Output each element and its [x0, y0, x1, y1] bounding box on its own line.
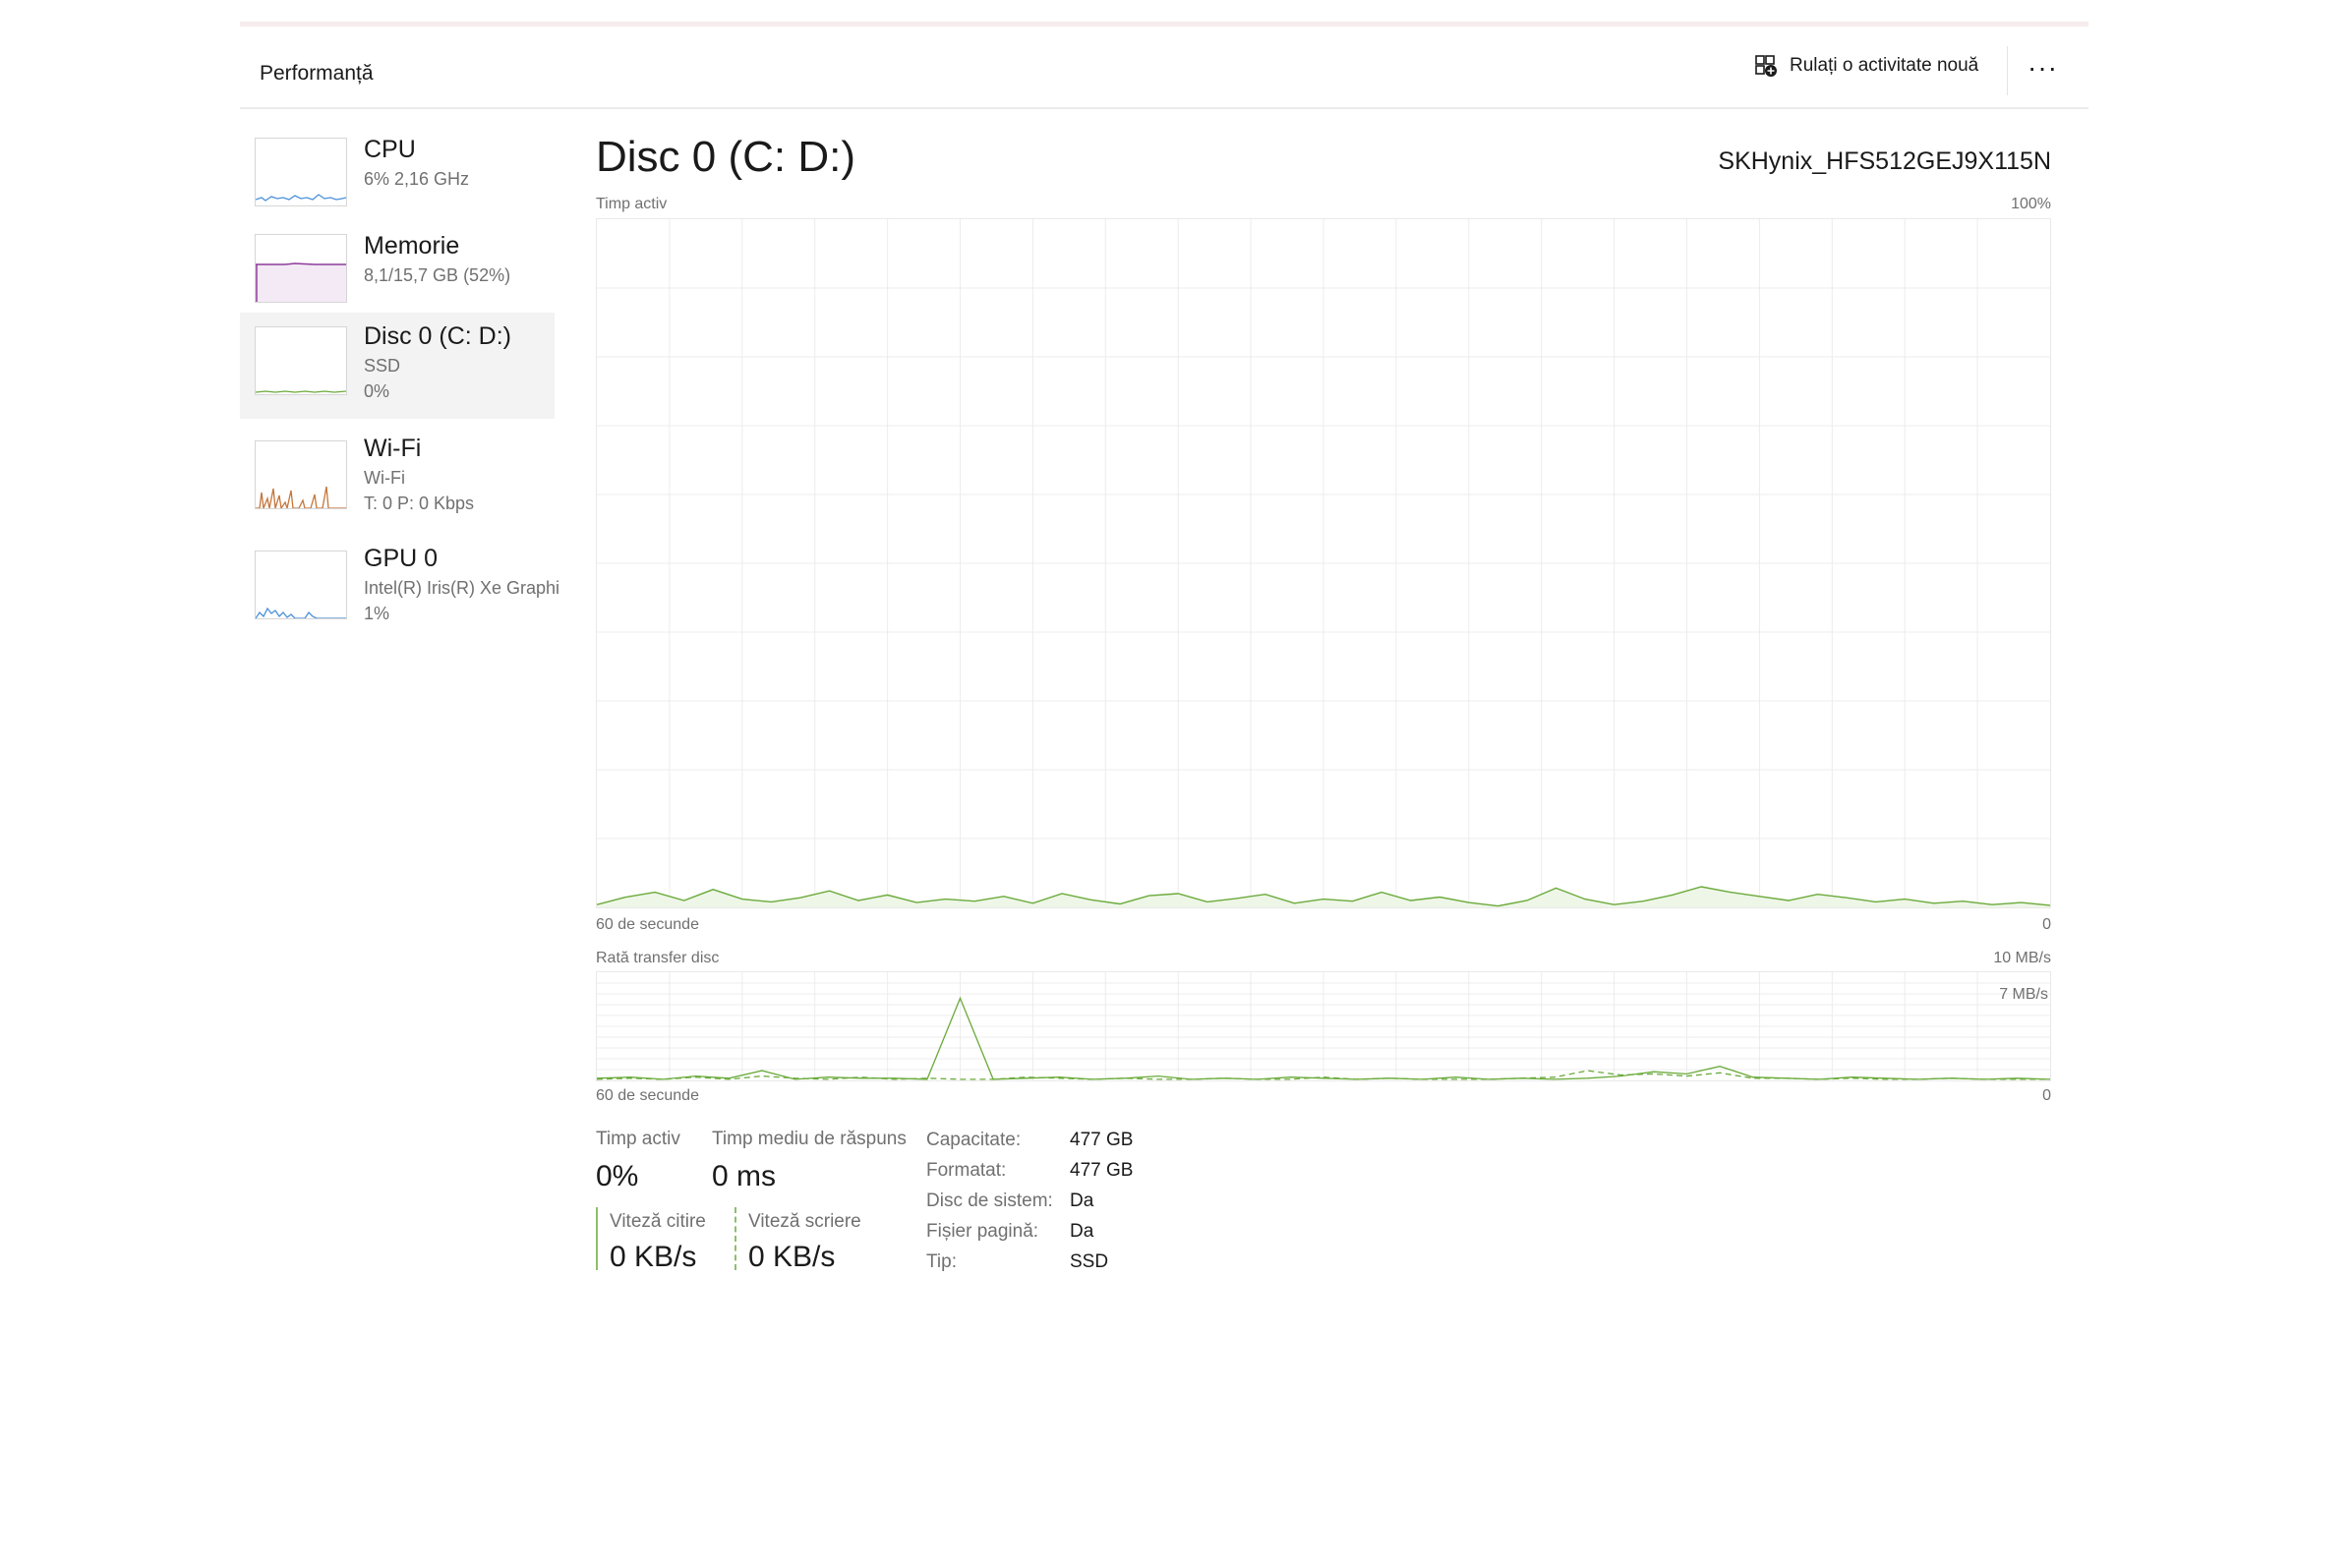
write-speed-stat-label: Viteză scriere: [748, 1211, 861, 1232]
run-new-task-button[interactable]: Rulați o activitate nouă: [1754, 54, 1978, 78]
active-time-graph-label: Timp activ: [596, 196, 668, 212]
property-formatted-value: 477 GB: [1070, 1160, 1134, 1181]
sidebar-item-usage: 1%: [364, 604, 390, 623]
read-speed-stat-value: 0 KB/s: [610, 1241, 697, 1273]
sidebar-item-usage: 0%: [364, 381, 390, 401]
run-task-icon: [1755, 55, 1777, 77]
cpu-thumbnail-graph: [255, 138, 347, 206]
active-time-stat-value: 0%: [596, 1160, 639, 1192]
disk-thumbnail-graph: [255, 326, 347, 395]
active-time-stat-label: Timp activ: [596, 1129, 680, 1149]
transfer-rate-graph: 7 MB/s: [596, 971, 2051, 1081]
write-speed-stat-value: 0 KB/s: [748, 1241, 836, 1273]
avg-response-stat-value: 0 ms: [712, 1160, 777, 1192]
sidebar-item-label: Wi-Fi: [364, 435, 422, 462]
read-speed-legend-bar: [596, 1207, 598, 1270]
transfer-rate-window-label: 60 de secunde: [596, 1087, 699, 1104]
transfer-rate-min-label: 0: [2042, 1087, 2051, 1104]
transfer-rate-graph-canvas: [596, 972, 2051, 1080]
sidebar-item-wifi[interactable]: Wi-Fi Wi-Fi T: 0 P: 0 Kbps: [240, 433, 555, 539]
sidebar-item-cpu[interactable]: CPU 6% 2,16 GHz: [240, 128, 555, 234]
property-page-file-value: Da: [1070, 1221, 1094, 1242]
property-system-disk-label: Disc de sistem:: [926, 1191, 1053, 1211]
sidebar-item-detail: SSD: [364, 356, 401, 376]
property-formatted-label: Formatat:: [926, 1160, 1007, 1181]
task-manager-window: Performanță Rulați o activitate nouă ···…: [240, 22, 2088, 1378]
sidebar-item-disk-0[interactable]: Disc 0 (C: D:) SSD 0%: [240, 313, 555, 419]
active-time-graph-canvas: [596, 219, 2051, 907]
sidebar-item-gpu-0[interactable]: GPU 0 Intel(R) Iris(R) Xe Graphi 1%: [240, 543, 559, 649]
more-options-icon[interactable]: ···: [2028, 52, 2058, 84]
sidebar-item-rate: T: 0 P: 0 Kbps: [364, 494, 475, 513]
page-header: Performanță Rulați o activitate nouă ···: [240, 27, 2088, 109]
page-title: Performanță: [260, 62, 374, 85]
sidebar-item-label: GPU 0: [364, 545, 439, 572]
header-divider: [2007, 46, 2008, 95]
property-type-value: SSD: [1070, 1251, 1109, 1272]
sidebar-item-detail: 6% 2,16 GHz: [364, 169, 470, 189]
transfer-rate-max-label: 10 MB/s: [1993, 950, 2051, 966]
run-task-label: Rulați o activitate nouă: [1790, 55, 1979, 76]
active-time-window-label: 60 de secunde: [596, 916, 699, 933]
sidebar-item-label: Memorie: [364, 232, 460, 260]
read-speed-stat-label: Viteză citire: [610, 1211, 706, 1232]
wifi-thumbnail-graph: [255, 440, 347, 509]
sidebar-item-detail: 8,1/15,7 GB (52%): [364, 265, 511, 285]
memory-thumbnail-graph: [255, 234, 347, 303]
disk-title: Disc 0 (C: D:): [596, 133, 855, 181]
gpu-thumbnail-graph: [255, 551, 347, 619]
active-time-graph: [596, 218, 2051, 908]
sidebar-item-detail: Wi-Fi: [364, 468, 405, 488]
property-type-label: Tip:: [926, 1251, 957, 1272]
sidebar-item-label: CPU: [364, 136, 416, 163]
transfer-rate-secondary-label: 7 MB/s: [1999, 986, 2048, 1003]
sidebar-item-detail: Intel(R) Iris(R) Xe Graphi: [364, 578, 560, 598]
avg-response-stat-label: Timp mediu de răspuns: [712, 1129, 907, 1149]
property-capacity-label: Capacitate:: [926, 1130, 1022, 1150]
transfer-rate-graph-label: Rată transfer disc: [596, 950, 720, 966]
active-time-max-label: 100%: [2011, 196, 2051, 212]
property-system-disk-value: Da: [1070, 1191, 1094, 1211]
write-speed-legend-bar: [735, 1207, 736, 1270]
disk-model: SKHynix_HFS512GEJ9X115N: [1718, 147, 2051, 175]
active-time-min-label: 0: [2042, 916, 2051, 933]
property-page-file-label: Fișier pagină:: [926, 1221, 1039, 1242]
property-capacity-value: 477 GB: [1070, 1130, 1134, 1150]
sidebar-item-label: Disc 0 (C: D:): [364, 322, 511, 350]
